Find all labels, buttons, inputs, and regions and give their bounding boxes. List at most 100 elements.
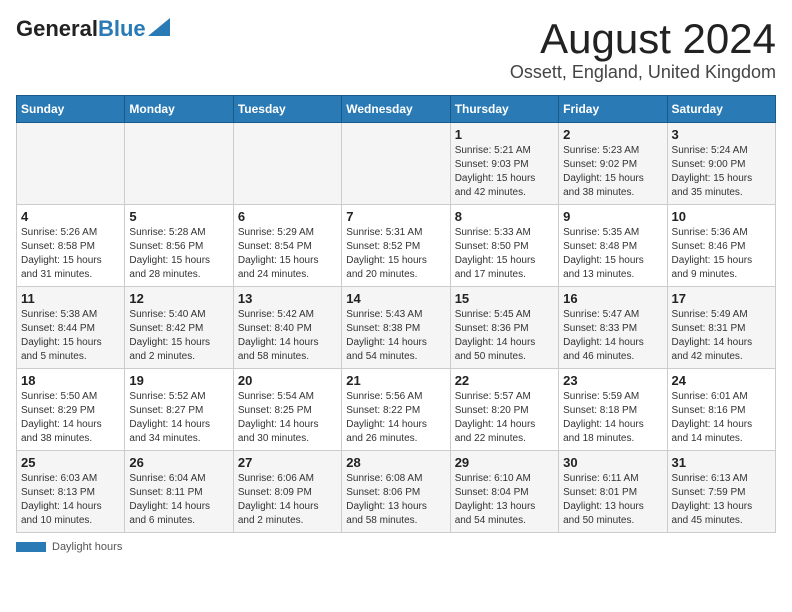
footer-note: Daylight hours: [16, 541, 776, 553]
day-number: 18: [21, 373, 120, 388]
day-number: 13: [238, 291, 337, 306]
day-info: Sunrise: 5:21 AM Sunset: 9:03 PM Dayligh…: [455, 144, 554, 200]
day-info: Sunrise: 5:57 AM Sunset: 8:20 PM Dayligh…: [455, 390, 554, 446]
day-info: Sunrise: 5:56 AM Sunset: 8:22 PM Dayligh…: [346, 390, 445, 446]
day-info: Sunrise: 6:11 AM Sunset: 8:01 PM Dayligh…: [563, 472, 662, 528]
day-info: Sunrise: 5:45 AM Sunset: 8:36 PM Dayligh…: [455, 308, 554, 364]
calendar-cell: 10Sunrise: 5:36 AM Sunset: 8:46 PM Dayli…: [667, 205, 775, 287]
day-number: 4: [21, 209, 120, 224]
calendar-cell: 6Sunrise: 5:29 AM Sunset: 8:54 PM Daylig…: [233, 205, 341, 287]
calendar-header-saturday: Saturday: [667, 96, 775, 123]
calendar-cell: 28Sunrise: 6:08 AM Sunset: 8:06 PM Dayli…: [342, 451, 450, 533]
calendar-header-wednesday: Wednesday: [342, 96, 450, 123]
day-number: 27: [238, 455, 337, 470]
day-number: 19: [129, 373, 228, 388]
calendar-cell: 24Sunrise: 6:01 AM Sunset: 8:16 PM Dayli…: [667, 369, 775, 451]
day-info: Sunrise: 6:03 AM Sunset: 8:13 PM Dayligh…: [21, 472, 120, 528]
calendar-cell: [17, 123, 125, 205]
calendar-cell: 20Sunrise: 5:54 AM Sunset: 8:25 PM Dayli…: [233, 369, 341, 451]
page-title: August 2024: [510, 16, 776, 62]
day-number: 17: [672, 291, 771, 306]
day-number: 9: [563, 209, 662, 224]
calendar-cell: 16 Sunrise: 5:47 AM Sunset: 8:33 PM Dayli…: [559, 287, 667, 369]
day-number: 23: [563, 373, 662, 388]
day-number: 3: [672, 127, 771, 142]
calendar-cell: 8 Sunrise: 5:33 AM Sunset: 8:50 PM Daylig…: [450, 205, 558, 287]
calendar-header-tuesday: Tuesday: [233, 96, 341, 123]
day-number: 31: [672, 455, 771, 470]
day-number: 30: [563, 455, 662, 470]
calendar-cell: 23Sunrise: 5:59 AM Sunset: 8:18 PM Dayli…: [559, 369, 667, 451]
calendar-cell: [342, 123, 450, 205]
day-number: 28: [346, 455, 445, 470]
calendar-cell: 30 Sunrise: 6:11 AM Sunset: 8:01 PM Dayli…: [559, 451, 667, 533]
day-number: 14: [346, 291, 445, 306]
logo-blue: Blue: [98, 16, 146, 42]
day-info: Sunrise: 6:10 AM Sunset: 8:04 PM Dayligh…: [455, 472, 554, 528]
day-number: 15: [455, 291, 554, 306]
calendar-header-sunday: Sunday: [17, 96, 125, 123]
day-info: Sunrise: 6:04 AM Sunset: 8:11 PM Dayligh…: [129, 472, 228, 528]
calendar-cell: 9Sunrise: 5:35 AM Sunset: 8:48 PM Daylig…: [559, 205, 667, 287]
day-number: 24: [672, 373, 771, 388]
day-number: 16: [563, 291, 662, 306]
calendar-cell: [125, 123, 233, 205]
day-info: Sunrise: 5:26 AM Sunset: 8:58 PM Dayligh…: [21, 226, 120, 282]
day-info: Sunrise: 5:33 AM Sunset: 8:50 PM Dayligh…: [455, 226, 554, 282]
calendar-cell: 4 Sunrise: 5:26 AM Sunset: 8:58 PM Daylig…: [17, 205, 125, 287]
calendar-cell: [233, 123, 341, 205]
day-info: Sunrise: 5:38 AM Sunset: 8:44 PM Dayligh…: [21, 308, 120, 364]
calendar-cell: 26 Sunrise: 6:04 AM Sunset: 8:11 PM Dayli…: [125, 451, 233, 533]
calendar-week-2: 4 Sunrise: 5:26 AM Sunset: 8:58 PM Daylig…: [17, 205, 776, 287]
day-info: Sunrise: 5:28 AM Sunset: 8:56 PM Dayligh…: [129, 226, 228, 282]
calendar-cell: 14Sunrise: 5:43 AM Sunset: 8:38 PM Dayli…: [342, 287, 450, 369]
calendar-cell: 13 Sunrise: 5:42 AM Sunset: 8:40 PM Dayli…: [233, 287, 341, 369]
day-info: Sunrise: 6:13 AM Sunset: 7:59 PM Dayligh…: [672, 472, 771, 528]
page-subtitle: Ossett, England, United Kingdom: [510, 62, 776, 83]
calendar-cell: 3 Sunrise: 5:24 AM Sunset: 9:00 PM Daylig…: [667, 123, 775, 205]
day-number: 25: [21, 455, 120, 470]
logo-general: General: [16, 16, 98, 42]
calendar-cell: 2 Sunrise: 5:23 AM Sunset: 9:02 PM Daylig…: [559, 123, 667, 205]
day-info: Sunrise: 5:29 AM Sunset: 8:54 PM Dayligh…: [238, 226, 337, 282]
calendar-cell: 31 Sunrise: 6:13 AM Sunset: 7:59 PM Dayli…: [667, 451, 775, 533]
calendar-cell: 29 Sunrise: 6:10 AM Sunset: 8:04 PM Dayli…: [450, 451, 558, 533]
calendar-week-3: 11 Sunrise: 5:38 AM Sunset: 8:44 PM Dayli…: [17, 287, 776, 369]
day-info: Sunrise: 5:40 AM Sunset: 8:42 PM Dayligh…: [129, 308, 228, 364]
calendar-cell: 1Sunrise: 5:21 AM Sunset: 9:03 PM Daylig…: [450, 123, 558, 205]
calendar-cell: 18 Sunrise: 5:50 AM Sunset: 8:29 PM Dayli…: [17, 369, 125, 451]
footer-label: Daylight hours: [52, 541, 122, 553]
calendar-week-1: 1Sunrise: 5:21 AM Sunset: 9:03 PM Daylig…: [17, 123, 776, 205]
day-number: 22: [455, 373, 554, 388]
day-number: 29: [455, 455, 554, 470]
day-info: Sunrise: 5:42 AM Sunset: 8:40 PM Dayligh…: [238, 308, 337, 364]
calendar-table: SundayMondayTuesdayWednesdayThursdayFrid…: [16, 95, 776, 533]
calendar-header-row: SundayMondayTuesdayWednesdayThursdayFrid…: [17, 96, 776, 123]
calendar-header-monday: Monday: [125, 96, 233, 123]
day-info: Sunrise: 5:31 AM Sunset: 8:52 PM Dayligh…: [346, 226, 445, 282]
daylight-bar: [16, 542, 46, 552]
logo: General Blue: [16, 16, 170, 42]
day-info: Sunrise: 5:54 AM Sunset: 8:25 PM Dayligh…: [238, 390, 337, 446]
day-number: 2: [563, 127, 662, 142]
logo-arrow-icon: [148, 18, 170, 36]
day-number: 8: [455, 209, 554, 224]
calendar-cell: 21Sunrise: 5:56 AM Sunset: 8:22 PM Dayli…: [342, 369, 450, 451]
day-info: Sunrise: 5:23 AM Sunset: 9:02 PM Dayligh…: [563, 144, 662, 200]
day-number: 12: [129, 291, 228, 306]
day-info: Sunrise: 5:52 AM Sunset: 8:27 PM Dayligh…: [129, 390, 228, 446]
day-number: 26: [129, 455, 228, 470]
calendar-cell: 15 Sunrise: 5:45 AM Sunset: 8:36 PM Dayli…: [450, 287, 558, 369]
day-number: 11: [21, 291, 120, 306]
day-info: Sunrise: 5:24 AM Sunset: 9:00 PM Dayligh…: [672, 144, 771, 200]
calendar-cell: 25 Sunrise: 6:03 AM Sunset: 8:13 PM Dayli…: [17, 451, 125, 533]
calendar-week-4: 18 Sunrise: 5:50 AM Sunset: 8:29 PM Dayli…: [17, 369, 776, 451]
day-info: Sunrise: 5:49 AM Sunset: 8:31 PM Dayligh…: [672, 308, 771, 364]
day-info: Sunrise: 5:50 AM Sunset: 8:29 PM Dayligh…: [21, 390, 120, 446]
calendar-cell: 19 Sunrise: 5:52 AM Sunset: 8:27 PM Dayli…: [125, 369, 233, 451]
calendar-cell: 27Sunrise: 6:06 AM Sunset: 8:09 PM Dayli…: [233, 451, 341, 533]
calendar-cell: 17 Sunrise: 5:49 AM Sunset: 8:31 PM Dayli…: [667, 287, 775, 369]
day-info: Sunrise: 5:47 AM Sunset: 8:33 PM Dayligh…: [563, 308, 662, 364]
day-number: 10: [672, 209, 771, 224]
calendar-header-friday: Friday: [559, 96, 667, 123]
